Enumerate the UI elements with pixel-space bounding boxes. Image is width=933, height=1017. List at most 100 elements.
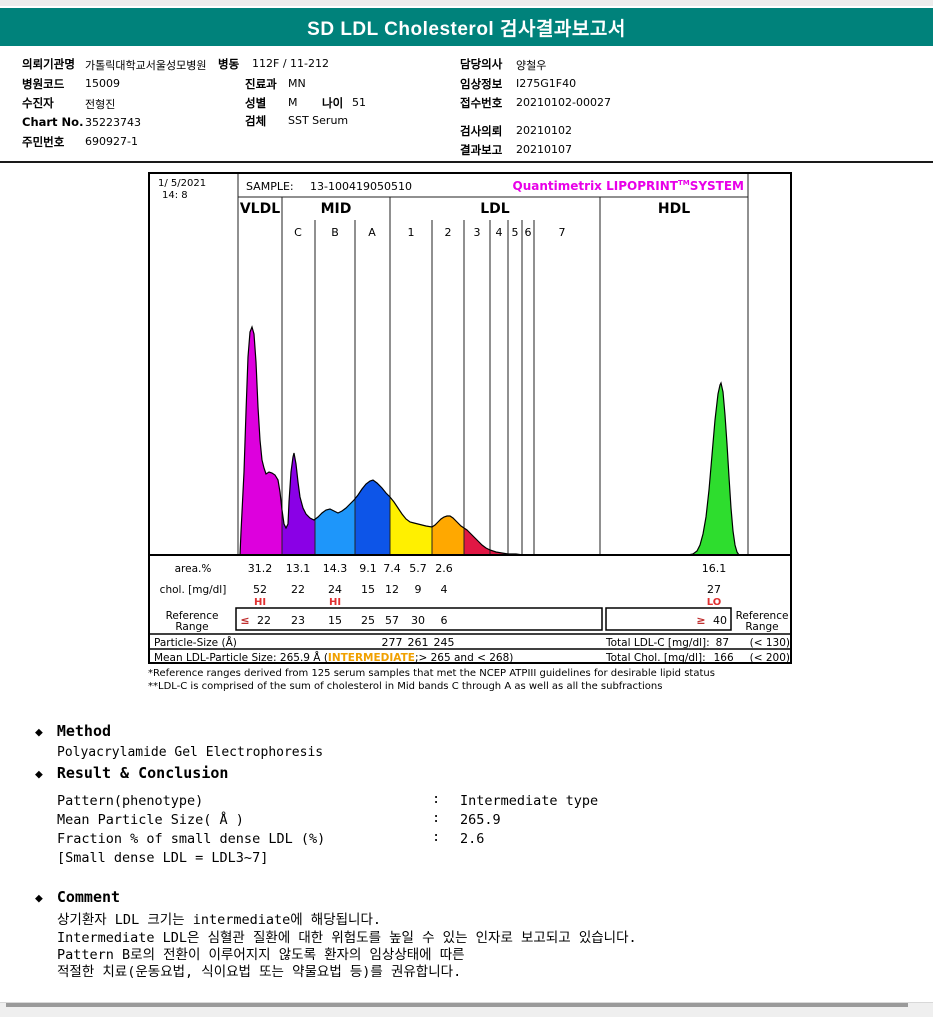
field-label: 수진자: [22, 96, 54, 110]
result-colon: :: [432, 791, 441, 807]
result-label: Mean Particle Size( Å ): [57, 812, 244, 828]
svg-text:≥: ≥: [696, 614, 705, 627]
total-ldl-c: Total LDL-C [mg/dl]: 87: [605, 637, 729, 649]
band-gridlines: [237, 172, 749, 555]
row-label-range: Range: [175, 621, 208, 633]
svg-text:24: 24: [328, 583, 342, 596]
result-heading: ◆ Result & Conclusion: [35, 764, 229, 782]
svg-text:27: 27: [707, 583, 721, 596]
result-label: Pattern(phenotype): [57, 793, 204, 809]
svg-text:15: 15: [328, 614, 342, 627]
field-label: 진료과: [245, 77, 277, 91]
title-bar: SD LDL Cholesterol 검사결과보고서: [0, 8, 933, 46]
chol-values: 52 22 24 15 12 9 4 27 HI HI LO: [253, 583, 721, 608]
svg-text:16.1: 16.1: [702, 562, 727, 575]
lipoprint-chart-svg: 1/ 5/2021 14: 8 SAMPLE: 13-100419050510 …: [148, 172, 792, 664]
svg-text:2: 2: [445, 226, 452, 239]
total-chol-ref: (< 200): [750, 652, 790, 664]
svg-text:B: B: [331, 226, 339, 239]
field-value: 15009: [85, 77, 120, 90]
ldl2-hump: [432, 516, 464, 555]
flag-hi: HI: [329, 597, 341, 608]
flag-lo: LO: [707, 597, 722, 608]
comment-line: 적절한 치료(운동요법, 식이요법 또는 약물요법 등)를 권유합니다.: [57, 964, 462, 980]
field-value: 가톨릭대학교서울성모병원: [85, 59, 207, 72]
field-value: 전형진: [85, 98, 116, 111]
svg-text:277: 277: [382, 636, 403, 649]
svg-text:6: 6: [441, 614, 448, 627]
svg-text:52: 52: [253, 583, 267, 596]
field-label: Chart No.: [22, 115, 84, 129]
svg-text:3: 3: [474, 226, 481, 239]
band-header-mid: MID: [321, 201, 352, 217]
field-value: 20210102-00027: [516, 96, 611, 109]
field-value: SST Serum: [288, 114, 349, 127]
diamond-icon: ◆: [35, 891, 43, 906]
subband-labels: C B A 1 2 3 4 5 6 7: [294, 226, 565, 239]
svg-text:7.4: 7.4: [383, 562, 401, 575]
midb-hump: [315, 499, 355, 555]
field-label: 결과보고: [460, 143, 503, 157]
svg-text:7: 7: [559, 226, 566, 239]
band-header-ldl: LDL: [480, 201, 510, 217]
field-value: I275G1F40: [516, 77, 577, 90]
chart-date: 1/ 5/2021: [158, 178, 206, 189]
footnote-2: **LDL-C is comprised of the sum of chole…: [148, 681, 663, 692]
field-value: M: [288, 96, 298, 109]
field-label: 접수번호: [460, 96, 503, 110]
flag-hi: HI: [254, 597, 266, 608]
method-body: Polyacrylamide Gel Electrophoresis: [57, 745, 324, 760]
svg-text:57: 57: [385, 614, 399, 627]
svg-text:6: 6: [525, 226, 532, 239]
svg-text:C: C: [294, 226, 302, 239]
svg-text:9.1: 9.1: [359, 562, 377, 575]
lipoprint-chart: 1/ 5/2021 14: 8 SAMPLE: 13-100419050510 …: [148, 172, 792, 664]
method-heading: ◆ Method: [35, 722, 112, 740]
svg-text:261: 261: [408, 636, 429, 649]
svg-text:4: 4: [496, 226, 503, 239]
row-label-area: area.%: [175, 563, 212, 575]
field-label: 병원코드: [22, 77, 65, 91]
chart-frame: [148, 172, 792, 664]
result-colon: :: [432, 829, 441, 845]
hdl-peak: [688, 383, 739, 555]
vldl-peak: [240, 327, 282, 555]
svg-text:12: 12: [385, 583, 399, 596]
diamond-icon: ◆: [35, 725, 43, 740]
field-value: 20210102: [516, 124, 572, 137]
mean-particle-size: Mean LDL-Particle Size: 265.9 Å (INTERME…: [154, 651, 513, 664]
diamond-icon: ◆: [35, 767, 43, 782]
horizontal-scrollbar[interactable]: [0, 1002, 933, 1017]
field-label: 의뢰기관명: [22, 57, 75, 71]
svg-text:4: 4: [441, 583, 448, 596]
svg-text:22: 22: [291, 583, 305, 596]
brand-logo: Quantimetrix LIPOPRINTTMSYSTEM: [513, 179, 744, 193]
svg-text:245: 245: [434, 636, 455, 649]
reference-values: ≤ 22 23 15 25 57 30 6 ≥ 40: [240, 614, 727, 627]
section-divider: [0, 161, 933, 163]
svg-text:2.6: 2.6: [435, 562, 453, 575]
band-header-vldl: VLDL: [240, 201, 280, 217]
total-chol: Total Chol. [mg/dl]: 166: [605, 652, 734, 664]
result-colon: :: [432, 810, 441, 826]
field-value: 51: [352, 96, 366, 109]
svg-text:9: 9: [415, 583, 422, 596]
svg-text:≤: ≤: [240, 614, 249, 627]
field-label: 병동: [218, 57, 240, 71]
comment-heading: ◆ Comment: [35, 888, 121, 906]
field-value: 35223743: [85, 116, 141, 129]
area-values: 31.2 13.1 14.3 9.1 7.4 5.7 2.6 16.1: [248, 562, 727, 575]
field-value: 20210107: [516, 143, 572, 156]
field-value: 양철우: [516, 59, 547, 72]
particle-size-values: 277 261 245: [382, 636, 455, 649]
midc-peak: [282, 453, 315, 555]
scrollbar-thumb[interactable]: [6, 1003, 908, 1007]
page-title: SD LDL Cholesterol 검사결과보고서: [307, 18, 626, 40]
svg-text:13.1: 13.1: [286, 562, 311, 575]
svg-text:25: 25: [361, 614, 375, 627]
result-note: [Small dense LDL = LDL3~7]: [57, 850, 269, 866]
svg-text:A: A: [368, 226, 376, 239]
field-label: 검체: [245, 114, 267, 128]
row-label-particle-size: Particle-Size (Å): [154, 636, 237, 649]
field-label: 나이: [322, 96, 344, 110]
